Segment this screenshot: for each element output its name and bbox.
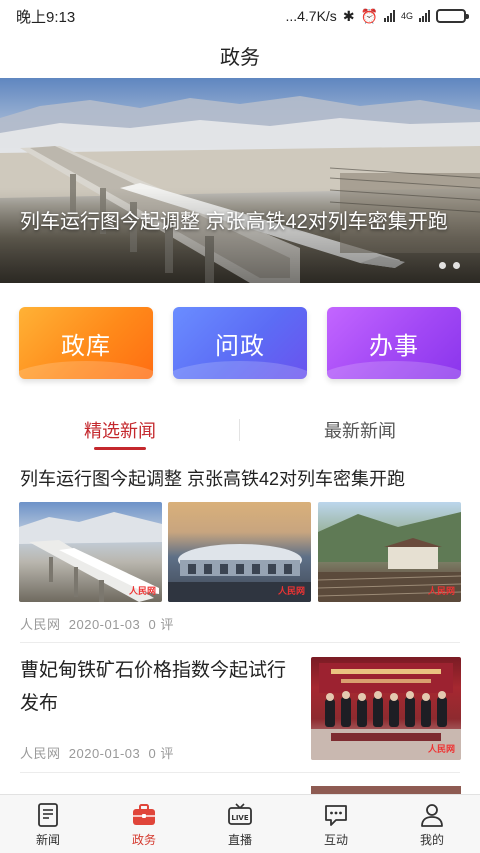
- carousel-dot: [453, 262, 460, 269]
- news-thumbnail[interactable]: 人民网: [19, 502, 162, 602]
- news-comments: 0 评: [148, 746, 174, 761]
- people-daily-logo: 人民网: [277, 586, 305, 596]
- banshi-label: 办事: [369, 332, 419, 360]
- news-divider: [20, 642, 460, 643]
- newspaper-icon: [38, 803, 58, 827]
- news-title[interactable]: 列车运行图今起调整 京张高铁42对列车密集开跑: [20, 465, 465, 493]
- tab-mine[interactable]: 我的: [384, 795, 480, 853]
- tab-mine-label: 我的: [419, 833, 444, 847]
- news-thumbnail[interactable]: 人民网: [311, 657, 461, 760]
- people-daily-logo: 人民网: [427, 586, 455, 596]
- news-meta: 人民网 2020-01-03 0 评: [20, 614, 174, 633]
- zhengku-label: 政库: [61, 332, 111, 360]
- banner-carousel[interactable]: 列车运行图今起调整 京张高铁42对列车密集开跑: [0, 78, 480, 283]
- chat-icon: [325, 805, 347, 826]
- bluetooth-icon: ✱: [342, 7, 355, 24]
- battery-icon: [436, 9, 469, 23]
- tab-latest-news[interactable]: 最新新闻: [260, 417, 460, 443]
- news-comments: 0 评: [148, 617, 174, 632]
- zhengku-button[interactable]: 政库: [19, 307, 153, 379]
- news-thumbnail[interactable]: 人民网: [168, 502, 311, 602]
- news-title[interactable]: 曹妃甸铁矿石价格指数今起试行发布: [20, 654, 290, 720]
- user-icon: [421, 804, 443, 827]
- tab-live-label: 直播: [227, 833, 252, 847]
- people-daily-logo: 人民网: [427, 744, 455, 754]
- people-daily-logo: 人民网: [128, 586, 156, 596]
- network-speed: ...4.7K/s: [285, 8, 337, 24]
- news-meta: 人民网 2020-01-03 0 评: [20, 743, 174, 762]
- tab-government[interactable]: 政务: [96, 795, 192, 853]
- tab-news-label: 新闻: [35, 833, 60, 847]
- news-date: 2020-01-03: [68, 746, 141, 761]
- news-tabs: 精选新闻 最新新闻: [0, 405, 480, 455]
- page-title: 政务: [220, 46, 260, 69]
- news-date: 2020-01-03: [68, 617, 141, 632]
- page-title-bar: 政务: [0, 32, 480, 78]
- carousel-indicator: [439, 262, 460, 269]
- active-tab-indicator: [94, 447, 146, 450]
- news-thumbnail[interactable]: 人民网: [318, 502, 461, 602]
- news-thumbnail-partial[interactable]: [311, 786, 461, 794]
- tab-live[interactable]: LIVE 直播: [192, 795, 288, 853]
- banner-image: [0, 96, 480, 283]
- carousel-dot: [439, 262, 446, 269]
- tab-news[interactable]: 新闻: [0, 795, 96, 853]
- tab-divider: [239, 419, 240, 441]
- tab-interact-label: 互动: [323, 833, 348, 847]
- tab-government-label: 政务: [131, 833, 156, 847]
- tab-featured-news[interactable]: 精选新闻: [20, 417, 220, 443]
- news-source: 人民网: [20, 746, 61, 761]
- banner-caption[interactable]: 列车运行图今起调整 京张高铁42对列车密集开跑: [20, 206, 450, 238]
- news-divider: [20, 772, 460, 773]
- briefcase-icon: [133, 804, 155, 825]
- network-type: 4G: [400, 11, 413, 21]
- wenzheng-label: 问政: [215, 332, 265, 360]
- status-bar: 晚上9:13 ...4.7K/s ✱ ⏰ 4G: [0, 0, 480, 32]
- signal-icon: [383, 10, 395, 22]
- news-source: 人民网: [20, 617, 61, 632]
- status-indicators: ...4.7K/s ✱ ⏰ 4G: [285, 7, 469, 25]
- tab-interact[interactable]: 互动: [288, 795, 384, 853]
- svg-text:LIVE: LIVE: [231, 814, 248, 822]
- signal-icon-2: [419, 10, 430, 22]
- alarm-icon: ⏰: [360, 7, 378, 24]
- live-tv-icon: LIVE: [228, 803, 252, 825]
- bottom-tab-bar: 新闻 政务 LIVE 直播 互动 我的: [0, 794, 480, 853]
- wenzheng-button[interactable]: 问政: [173, 307, 307, 379]
- banshi-button[interactable]: 办事: [327, 307, 461, 379]
- status-time: 晚上9:13: [16, 8, 76, 26]
